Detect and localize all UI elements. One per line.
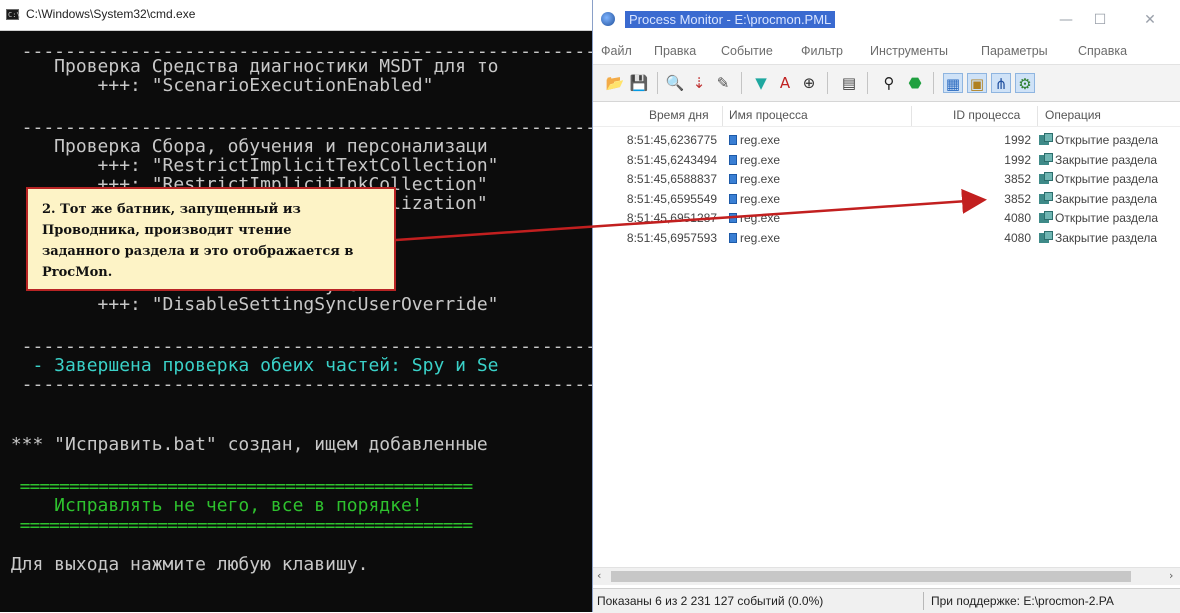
callout-text: 2. Тот же батник, запущенный из Проводни… [42, 202, 354, 280]
annotation-callout: 2. Тот же батник, запущенный из Проводни… [26, 187, 396, 291]
callout-arrow [395, 188, 987, 242]
